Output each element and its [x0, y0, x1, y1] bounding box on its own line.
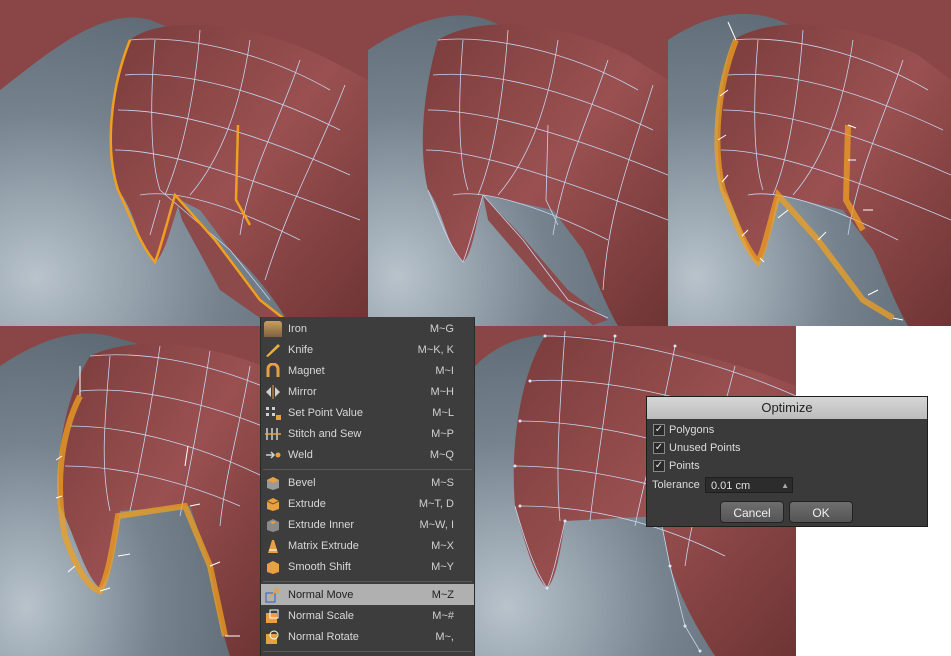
mesh-viewport-4 [0, 326, 262, 656]
magnet-icon [264, 362, 282, 379]
normal-rotate-icon [264, 629, 282, 645]
menu-item-shortcut: M~K, K [417, 343, 454, 356]
extrude-icon [264, 496, 282, 512]
menu-item-shortcut: M~X [431, 539, 454, 552]
menu-item-label: Normal Rotate [288, 630, 359, 643]
menu-item-magnet[interactable]: Magnet M~I [261, 360, 474, 381]
menu-item-extrude-inner[interactable]: Extrude Inner M~W, I [261, 514, 474, 535]
viewport-panel-2[interactable] [368, 0, 668, 326]
menu-item-knife[interactable]: Knife M~K, K [261, 339, 474, 360]
menu-item-bevel[interactable]: Bevel M~S [261, 472, 474, 493]
menu-item-label: Bevel [288, 476, 316, 489]
menu-item-shortcut: M~I [435, 364, 454, 377]
menu-item-normal-move[interactable]: Normal Move M~Z [261, 584, 474, 605]
menu-item-label: Knife [288, 343, 314, 356]
smooth-shift-icon [264, 559, 282, 575]
menu-item-label: Matrix Extrude [288, 539, 359, 552]
bevel-icon [264, 475, 282, 491]
menu-item-label: Normal Move [288, 588, 354, 601]
set-point-value-icon [264, 405, 282, 421]
checkmark-icon: ✓ [653, 424, 665, 436]
menu-item-label: Extrude Inner [288, 518, 355, 531]
menu-item-shortcut: M~G [429, 322, 454, 335]
tolerance-field[interactable]: 0.01 cm ▲ [705, 477, 793, 493]
unused-points-checkbox[interactable]: ✓ Unused Points [653, 442, 741, 454]
menu-item-weld[interactable]: Weld M~Q [261, 444, 474, 465]
menu-item-shortcut: M~Q [429, 448, 454, 461]
stitch-and-sew-icon [264, 426, 282, 442]
spinner-arrows-icon[interactable]: ▲ [781, 478, 789, 494]
menu-item-mirror[interactable]: Mirror M~H [261, 381, 474, 402]
viewport-panel-3[interactable] [668, 0, 951, 326]
menu-item-shortcut: M~P [431, 427, 454, 440]
knife-icon [264, 342, 282, 358]
menu-item-shortcut: M~H [430, 385, 454, 398]
checkmark-icon: ✓ [653, 460, 665, 472]
menu-item-shortcut: M~Z [431, 588, 454, 601]
mesh-viewport-1 [0, 0, 368, 326]
menu-separator [263, 469, 472, 470]
menu-item-normal-scale[interactable]: Normal Scale M~# [261, 605, 474, 626]
menu-separator [263, 651, 472, 652]
menu-item-stitch-and-sew[interactable]: Stitch and Sew M~P [261, 423, 474, 444]
menu-item-shortcut: M~S [431, 476, 454, 489]
menu-item-label: Iron [288, 322, 307, 335]
menu-item-shortcut: M~, [435, 630, 454, 643]
menu-item-label: Mirror [288, 385, 317, 398]
menu-item-normal-rotate[interactable]: Normal Rotate M~, [261, 626, 474, 647]
mesh-commands-menu: Iron M~G Knife M~K, K Magnet M~I Mirror … [260, 317, 475, 656]
tolerance-label: Tolerance [652, 479, 700, 491]
checkbox-label: Unused Points [669, 442, 741, 454]
weld-icon [264, 447, 282, 463]
dialog-title: Optimize [647, 397, 927, 419]
normal-move-icon [264, 587, 282, 603]
checkmark-icon: ✓ [653, 442, 665, 454]
menu-item-label: Normal Scale [288, 609, 355, 622]
menu-item-shortcut: M~Y [431, 560, 454, 573]
checkbox-label: Points [669, 460, 700, 472]
matrix-extrude-icon [264, 538, 282, 554]
menu-item-label: Magnet [288, 364, 325, 377]
menu-item-shortcut: M~W, I [419, 518, 454, 531]
mirror-icon [264, 384, 282, 400]
tolerance-value: 0.01 cm [711, 480, 751, 492]
menu-item-smooth-shift[interactable]: Smooth Shift M~Y [261, 556, 474, 577]
menu-item-set-point-value[interactable]: Set Point Value M~L [261, 402, 474, 423]
checkbox-label: Polygons [669, 424, 715, 436]
ok-button[interactable]: OK [789, 501, 853, 523]
iron-icon [264, 320, 282, 337]
menu-item-label: Extrude [288, 497, 326, 510]
menu-item-label: Stitch and Sew [288, 427, 362, 440]
points-checkbox[interactable]: ✓ Points [653, 460, 700, 472]
menu-item-label: Set Point Value [288, 406, 364, 419]
menu-item-label: Smooth Shift [288, 560, 351, 573]
menu-item-shortcut: M~# [432, 609, 454, 622]
optimize-dialog: Optimize ✓ Polygons ✓ Unused Points ✓ Po… [646, 396, 928, 527]
viewport-panel-4[interactable] [0, 326, 262, 656]
menu-item-extrude[interactable]: Extrude M~T, D [261, 493, 474, 514]
menu-item-label: Weld [288, 448, 313, 461]
menu-item-iron[interactable]: Iron M~G [261, 318, 474, 339]
mesh-viewport-2 [368, 0, 668, 326]
menu-separator [263, 581, 472, 582]
viewport-panel-1[interactable] [0, 0, 368, 326]
extrude-inner-icon [264, 517, 282, 533]
polygons-checkbox[interactable]: ✓ Polygons [653, 424, 714, 436]
normal-scale-icon [264, 608, 282, 624]
cancel-button[interactable]: Cancel [720, 501, 784, 523]
menu-item-shortcut: M~L [432, 406, 454, 419]
mesh-viewport-3 [668, 0, 951, 326]
menu-item-matrix-extrude[interactable]: Matrix Extrude M~X [261, 535, 474, 556]
menu-item-shortcut: M~T, D [418, 497, 454, 510]
